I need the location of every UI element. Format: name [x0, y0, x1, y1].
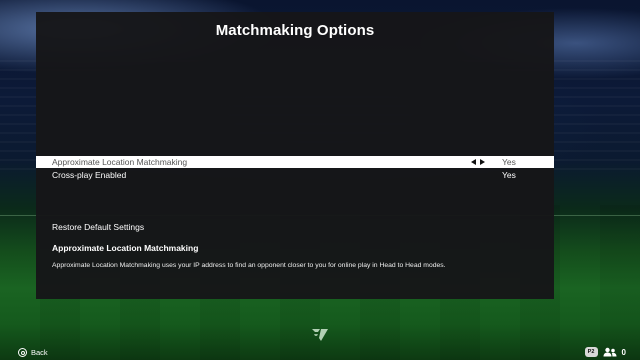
- footer-status: P2 0: [584, 347, 626, 357]
- restore-defaults-button[interactable]: Restore Default Settings: [52, 222, 144, 232]
- matchmaking-options-panel: Matchmaking Options Approximate Location…: [36, 12, 554, 299]
- page-title: Matchmaking Options: [215, 22, 375, 39]
- option-label: Approximate Location Matchmaking: [52, 157, 188, 167]
- arrow-right-icon[interactable]: [480, 159, 485, 165]
- back-label: Back: [31, 348, 48, 357]
- option-value: Yes: [502, 157, 516, 167]
- option-value: Yes: [502, 170, 516, 180]
- description-text: Approximate Location Matchmaking uses yo…: [52, 262, 446, 269]
- option-label: Cross-play Enabled: [52, 170, 127, 180]
- back-button[interactable]: Back: [18, 348, 48, 357]
- option-arrows[interactable]: [471, 156, 485, 168]
- option-row-cross-play[interactable]: Cross-play Enabled Yes: [36, 169, 554, 181]
- circle-button-icon: [18, 348, 27, 357]
- friends-icon[interactable]: [603, 347, 617, 357]
- game-logo-icon: [312, 329, 328, 341]
- friends-count: 0: [621, 347, 626, 357]
- option-row-approximate-location[interactable]: Approximate Location Matchmaking Yes: [36, 156, 554, 168]
- player-badge: P2: [584, 347, 598, 357]
- description-title: Approximate Location Matchmaking: [52, 243, 199, 253]
- arrow-left-icon[interactable]: [471, 159, 476, 165]
